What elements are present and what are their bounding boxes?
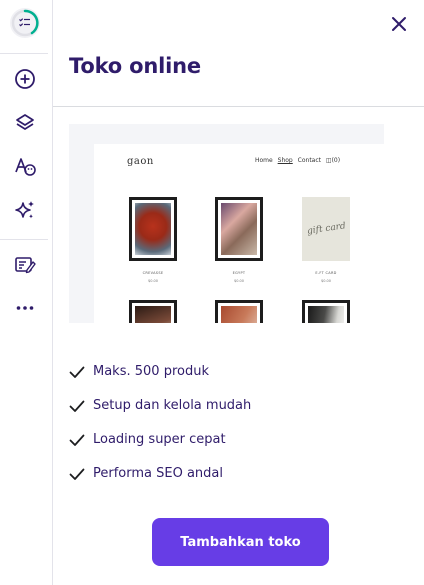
checkmark-icon bbox=[69, 434, 85, 446]
feature-item: Performa SEO andal bbox=[69, 464, 251, 498]
styles-button[interactable] bbox=[7, 148, 43, 184]
preview-product-price: $0.00 bbox=[147, 279, 159, 283]
feature-text: Loading super cepat bbox=[93, 432, 226, 447]
sparkles-icon bbox=[15, 201, 34, 219]
sidebar-rail bbox=[0, 0, 53, 585]
edit-list-icon bbox=[15, 257, 36, 274]
close-icon bbox=[392, 17, 406, 31]
add-element-button[interactable] bbox=[7, 61, 43, 97]
feature-list: Maks. 500 produk Setup dan kelola mudah … bbox=[69, 362, 251, 498]
preview-product-price: $0.00 bbox=[320, 279, 332, 283]
plus-circle-icon bbox=[15, 69, 35, 89]
feature-item: Maks. 500 produk bbox=[69, 362, 251, 396]
preview-gift-text: gift card bbox=[306, 221, 346, 237]
preview-site-page: gaon Home Shop Contact ◫(0) CREVASSE $0.… bbox=[94, 144, 384, 323]
checklist-progress-button[interactable] bbox=[10, 8, 40, 38]
edit-pages-button[interactable] bbox=[7, 247, 43, 283]
feature-item: Setup dan kelola mudah bbox=[69, 396, 251, 430]
preview-nav-item: Home bbox=[255, 157, 273, 164]
preview-product: CREVASSE $0.00 bbox=[129, 197, 177, 283]
more-options-button[interactable] bbox=[7, 290, 43, 326]
layers-button[interactable] bbox=[7, 105, 43, 141]
feature-item: Loading super cepat bbox=[69, 430, 251, 464]
preview-product-price: $0.00 bbox=[233, 279, 245, 283]
preview-product bbox=[302, 300, 350, 323]
layers-icon bbox=[16, 114, 34, 130]
more-dots-icon bbox=[16, 306, 34, 310]
preview-product bbox=[129, 300, 177, 323]
header-divider bbox=[53, 106, 424, 107]
checklist-progress-icon bbox=[11, 9, 39, 37]
feature-text: Setup dan kelola mudah bbox=[93, 398, 252, 413]
add-store-button[interactable]: Tambahkan toko bbox=[152, 518, 329, 566]
panel-title: Toko online bbox=[69, 54, 201, 78]
preview-cart: ◫(0) bbox=[325, 157, 341, 164]
feature-text: Maks. 500 produk bbox=[93, 364, 209, 379]
typography-palette-icon bbox=[15, 158, 36, 176]
preview-nav-item: Shop bbox=[277, 157, 293, 164]
close-button[interactable] bbox=[387, 12, 411, 36]
checkmark-icon bbox=[69, 468, 85, 480]
preview-product-name: CREVASSE bbox=[142, 271, 164, 275]
preview-product-name: EGYPT bbox=[232, 271, 246, 275]
preview-product bbox=[215, 300, 263, 323]
ai-tools-button[interactable] bbox=[7, 192, 43, 228]
preview-site-logo: gaon bbox=[127, 156, 154, 167]
preview-product-name: E-FT CARD bbox=[315, 271, 337, 275]
feature-text: Performa SEO andal bbox=[93, 466, 223, 481]
preview-nav-item: Contact bbox=[297, 157, 321, 164]
store-preview-image: gaon Home Shop Contact ◫(0) CREVASSE $0.… bbox=[69, 124, 384, 323]
preview-gift-card: gift card bbox=[302, 197, 350, 261]
rail-divider bbox=[0, 239, 48, 240]
preview-product: EGYPT $0.00 bbox=[215, 197, 263, 283]
checkmark-icon bbox=[69, 400, 85, 412]
rail-divider bbox=[0, 53, 48, 54]
preview-site-nav: Home Shop Contact ◫(0) bbox=[255, 157, 346, 164]
checkmark-icon bbox=[69, 366, 85, 378]
